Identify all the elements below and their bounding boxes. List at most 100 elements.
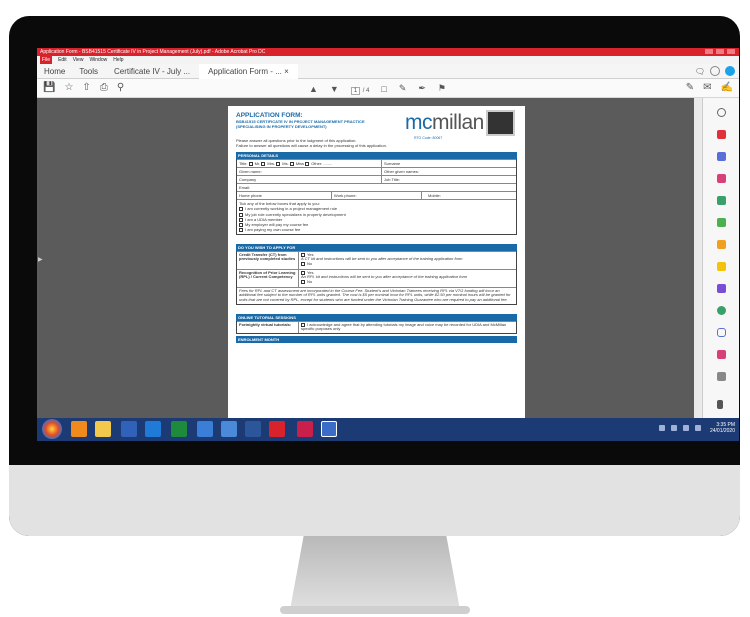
comment-tool-icon[interactable]: □ bbox=[381, 84, 386, 94]
more-tools-icon[interactable] bbox=[717, 372, 726, 381]
mobile-field[interactable]: Mobile: bbox=[422, 192, 516, 199]
comment-tool-panel-icon[interactable] bbox=[717, 262, 726, 271]
tab-document-1[interactable]: Certificate IV - July ... bbox=[105, 64, 199, 79]
title-other-checkbox[interactable] bbox=[305, 161, 310, 166]
page-down-icon[interactable]: ▼ bbox=[330, 84, 339, 94]
acrobat-icon[interactable] bbox=[269, 421, 285, 437]
online-table: Fortnightly virtual tutorials: I acknowl… bbox=[236, 320, 517, 334]
word-icon[interactable] bbox=[245, 421, 261, 437]
fill-sign-icon[interactable]: ✍ bbox=[721, 82, 733, 93]
excel-icon[interactable] bbox=[171, 421, 187, 437]
ct-no-checkbox[interactable] bbox=[301, 261, 305, 266]
intro-line-2: Failure to answer all questions will cau… bbox=[236, 143, 387, 148]
menu-file[interactable]: File bbox=[40, 56, 53, 64]
tab-home[interactable]: Home bbox=[37, 67, 72, 76]
monitor-chin bbox=[9, 465, 740, 536]
taskbar-clock[interactable]: 3:35 PM 24/01/2020 bbox=[710, 422, 735, 434]
combine-files-icon[interactable] bbox=[717, 152, 726, 161]
mcmillan-logo: mcmillan bbox=[405, 111, 484, 134]
help-icon[interactable] bbox=[710, 66, 720, 76]
job-title-field[interactable]: Job Title: bbox=[382, 176, 516, 183]
other-given-names-field[interactable]: Other given names: bbox=[382, 168, 516, 175]
file-explorer-icon[interactable] bbox=[95, 421, 111, 437]
bookmark-star-icon[interactable]: ☆ bbox=[64, 82, 73, 93]
tray-icon[interactable] bbox=[671, 425, 677, 431]
email-icon[interactable]: ✉ bbox=[703, 82, 711, 93]
scan-ocr-icon[interactable] bbox=[717, 218, 726, 227]
tab-bar: Home Tools Certificate IV - July ... App… bbox=[37, 63, 739, 79]
page-up-icon[interactable]: ▲ bbox=[309, 84, 318, 94]
rpl-no-checkbox[interactable] bbox=[301, 279, 305, 284]
home-phone-field[interactable]: Home phone bbox=[237, 192, 332, 199]
account-area: 🗨 bbox=[695, 66, 735, 76]
upload-icon[interactable]: ⇧ bbox=[82, 82, 90, 93]
network-icon[interactable] bbox=[683, 425, 689, 431]
app-icon-2[interactable] bbox=[197, 421, 213, 437]
title-mrs-checkbox[interactable] bbox=[261, 161, 266, 166]
app-icon[interactable] bbox=[121, 421, 137, 437]
title-options: Title: Mr. Mrs. Ms. Miss Other: ........ bbox=[237, 160, 382, 167]
window-titlebar: Application Form - BSB41515 Certificate … bbox=[37, 48, 739, 56]
main-toolbar: 💾 ☆ ⇧ ⎙ ⚲ ▲ ▼ 1 / 4 □ ✎ ✒ ⚑ ✎ ✉ ✍ bbox=[37, 79, 739, 98]
email-field[interactable]: Email: bbox=[237, 184, 516, 191]
comment-icon[interactable]: 🗨 bbox=[695, 67, 705, 76]
form-intro: Please answer all questions prior to the… bbox=[236, 138, 517, 148]
firefox-icon[interactable] bbox=[71, 421, 87, 437]
vertical-scrollbar[interactable] bbox=[694, 98, 702, 418]
send-track-icon[interactable] bbox=[717, 306, 726, 315]
tab-tools[interactable]: Tools bbox=[72, 67, 105, 76]
close-button[interactable] bbox=[727, 49, 735, 54]
window-controls bbox=[705, 49, 735, 54]
zoom-search-icon[interactable]: ⚲ bbox=[117, 82, 124, 93]
send-comments-icon[interactable] bbox=[717, 350, 726, 359]
tab-close-icon[interactable]: × bbox=[284, 67, 289, 76]
tutorials-text: I acknowledge and agree that by attendin… bbox=[301, 321, 507, 332]
pen-icon[interactable]: ✎ bbox=[399, 83, 407, 94]
print-icon[interactable]: ⎙ bbox=[100, 82, 108, 93]
organize-pages-icon[interactable] bbox=[717, 174, 726, 183]
edit-pdf-tool-icon[interactable] bbox=[717, 240, 726, 249]
title-ms-checkbox[interactable] bbox=[276, 161, 281, 166]
tray-icon[interactable] bbox=[659, 425, 665, 431]
tutorials-label: Fortnightly virtual tutorials: bbox=[237, 321, 299, 333]
tick-checkbox[interactable] bbox=[239, 228, 243, 233]
tick-checkbox[interactable] bbox=[239, 212, 243, 217]
title-miss-checkbox[interactable] bbox=[289, 161, 294, 166]
maximize-button[interactable] bbox=[716, 49, 724, 54]
outlook-icon[interactable] bbox=[145, 421, 161, 437]
left-panel-toggle-icon[interactable]: ▶ bbox=[38, 256, 43, 263]
given-name-field[interactable]: Given name: bbox=[237, 168, 382, 175]
minimize-button[interactable] bbox=[705, 49, 713, 54]
company-field[interactable]: Company bbox=[237, 176, 382, 183]
sign-icon[interactable]: ✒ bbox=[418, 83, 426, 94]
edit-pdf-icon[interactable]: ✎ bbox=[686, 82, 694, 93]
panel-collapse-icon[interactable] bbox=[717, 400, 723, 409]
personal-details-table: Title: Mr. Mrs. Ms. Miss Other: ........… bbox=[236, 159, 517, 235]
account-avatar[interactable] bbox=[725, 66, 735, 76]
document-viewer[interactable]: ▶ APPLICATION FORM: BSB41515 CERTIFICATE… bbox=[37, 98, 739, 418]
tick-checkbox[interactable] bbox=[239, 207, 243, 212]
fill-sign-tool-icon[interactable] bbox=[717, 284, 726, 293]
page-number-input[interactable]: 1 bbox=[350, 86, 361, 95]
menu-edit[interactable]: Edit bbox=[58, 56, 67, 64]
save-icon[interactable]: 💾 bbox=[43, 82, 55, 93]
indesign-icon[interactable] bbox=[297, 421, 313, 437]
tick-options: Tick any of the below boxes that apply t… bbox=[237, 199, 516, 234]
tab-document-2[interactable]: Application Form - ... × bbox=[199, 63, 298, 79]
create-pdf-icon[interactable] bbox=[717, 130, 726, 139]
menu-view[interactable]: View bbox=[73, 56, 84, 64]
export-pdf-icon[interactable] bbox=[717, 196, 726, 205]
app-icon-3[interactable] bbox=[221, 421, 237, 437]
protect-icon[interactable] bbox=[717, 328, 726, 337]
zoom-icon[interactable] bbox=[717, 108, 726, 117]
stamp-icon[interactable]: ⚑ bbox=[438, 83, 446, 94]
surname-field[interactable]: Surname bbox=[382, 160, 516, 167]
work-phone-field[interactable]: Work phone: bbox=[332, 192, 422, 199]
volume-icon[interactable] bbox=[695, 425, 701, 431]
rto-code: RTO Code: 80067 bbox=[414, 136, 443, 140]
fees-note: Fees for RPL and CT assessment are incor… bbox=[237, 286, 516, 304]
app-icon-4[interactable] bbox=[321, 421, 337, 437]
pdf-page: APPLICATION FORM: BSB41515 CERTIFICATE I… bbox=[228, 106, 525, 418]
title-mr-checkbox[interactable] bbox=[248, 161, 253, 166]
start-button[interactable] bbox=[42, 419, 62, 439]
